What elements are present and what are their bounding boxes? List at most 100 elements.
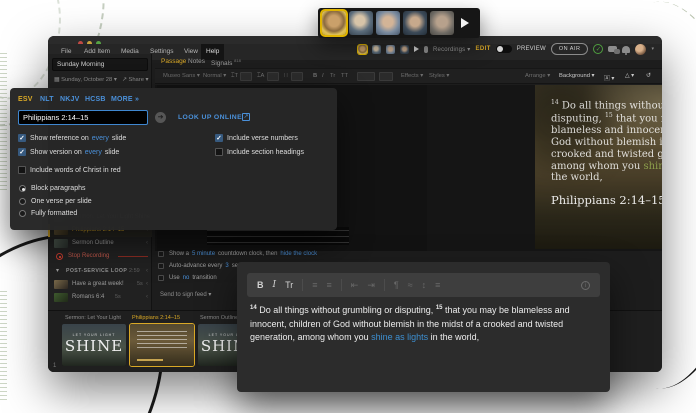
checkbox-checked[interactable]: ✓ bbox=[215, 134, 223, 142]
checkbox[interactable] bbox=[158, 275, 164, 281]
group-caret-icon[interactable]: ▾ bbox=[56, 265, 59, 278]
radio-selected[interactable] bbox=[19, 185, 26, 192]
collapse-arrow-icon[interactable]: ‹ bbox=[146, 278, 148, 291]
info-icon[interactable]: i bbox=[581, 280, 590, 290]
preview-mode-label[interactable]: PREVIEW bbox=[517, 46, 546, 52]
tab-notes[interactable]: Notes bbox=[188, 58, 205, 65]
bullet-list-icon[interactable]: ≡ bbox=[312, 280, 317, 290]
service-item[interactable]: Have a great week! 5s ‹ bbox=[48, 278, 152, 291]
italic-button[interactable]: I bbox=[322, 73, 324, 79]
bold-button[interactable]: B bbox=[313, 73, 317, 79]
go-arrow-button[interactable]: ➔ bbox=[155, 112, 166, 123]
countdown-setting[interactable]: Show a5 minute countdown clock, then hide … bbox=[158, 251, 358, 257]
mode-toggle[interactable] bbox=[495, 45, 512, 53]
radio-fully-formatted[interactable]: Fully formatted bbox=[18, 210, 77, 217]
notifications-bell-icon[interactable] bbox=[622, 45, 631, 55]
wrap-icon[interactable]: ≈ bbox=[408, 280, 413, 290]
color-dropdown[interactable] bbox=[357, 72, 375, 81]
checkbox-unchecked[interactable] bbox=[215, 148, 223, 156]
italic-button[interactable]: I bbox=[273, 280, 277, 290]
person-thumbnail-selected[interactable] bbox=[322, 11, 346, 35]
service-item-stop-recording[interactable]: Stop Recording bbox=[48, 250, 152, 263]
checkbox-unchecked[interactable] bbox=[18, 166, 26, 174]
service-item[interactable]: Romans 6:4 5s ‹ bbox=[48, 291, 152, 304]
background-dropdown[interactable]: Background ▾ bbox=[559, 73, 594, 79]
option-verse-numbers[interactable]: ✓ Include verse numbers bbox=[215, 134, 298, 142]
indent-increase-icon[interactable]: ⇥ bbox=[367, 280, 375, 291]
tab-signals[interactable]: Signals 818 bbox=[211, 58, 241, 67]
chat-icon[interactable] bbox=[608, 46, 621, 54]
service-item[interactable]: Sermon Outline ‹ bbox=[48, 237, 152, 250]
play-icon[interactable] bbox=[461, 18, 469, 28]
person-thumbnail[interactable] bbox=[430, 11, 454, 35]
participant-thumbnail[interactable] bbox=[386, 44, 396, 54]
undo-icon[interactable]: ↺ bbox=[646, 73, 651, 79]
checkbox[interactable] bbox=[158, 263, 164, 269]
numbered-list-icon[interactable]: ≡ bbox=[327, 280, 332, 290]
user-avatar[interactable] bbox=[635, 43, 647, 55]
version-tab-esv[interactable]: ESV bbox=[18, 96, 33, 103]
radio-block-paragraphs[interactable]: Block paragraphs bbox=[18, 185, 85, 192]
shape-dropdown[interactable]: △ ▾ bbox=[625, 73, 634, 79]
play-icon[interactable] bbox=[414, 46, 420, 52]
filmstrip-slide-selected[interactable] bbox=[129, 323, 195, 367]
line-height-field[interactable] bbox=[267, 72, 279, 81]
font-family-dropdown[interactable]: Museo Sans ▾ bbox=[163, 73, 200, 79]
edit-mode-label[interactable]: EDIT bbox=[475, 46, 490, 52]
bold-button[interactable]: B bbox=[257, 280, 264, 290]
version-tab-more[interactable]: MORE » bbox=[111, 96, 139, 103]
align-icon[interactable]: ≡ bbox=[435, 280, 440, 290]
playlist-title-field[interactable]: Sunday Morning bbox=[52, 58, 148, 71]
participant-thumbnail[interactable] bbox=[400, 44, 410, 54]
external-link-icon[interactable]: ↗ bbox=[242, 113, 250, 121]
collapse-arrow-icon[interactable]: ‹ bbox=[146, 291, 148, 304]
checkbox-checked[interactable]: ✓ bbox=[18, 148, 26, 156]
checkbox[interactable] bbox=[158, 251, 164, 257]
indent-decrease-icon[interactable]: ⇤ bbox=[351, 280, 359, 291]
version-tab-nlt[interactable]: NLT bbox=[40, 96, 54, 103]
person-thumbnail[interactable] bbox=[349, 11, 373, 35]
filmstrip-slide[interactable]: LET YOUR LIGHT SHINE bbox=[62, 324, 126, 366]
service-date-dropdown[interactable]: ▦ Sunday, October 28 ▾ bbox=[54, 77, 117, 83]
look-up-online-link[interactable]: LOOK UP ONLINE bbox=[178, 114, 242, 121]
tagged-phrase[interactable]: shine as lights bbox=[371, 332, 428, 342]
passage-search-input[interactable] bbox=[18, 110, 148, 125]
option-section-headings[interactable]: Include section headings bbox=[215, 148, 304, 156]
text-box-dropdown[interactable]: 🄰 ▾ bbox=[604, 73, 614, 82]
radio-unselected[interactable] bbox=[19, 210, 26, 217]
slide-preview[interactable]: 14 Do all things without grumbling or di… bbox=[535, 85, 662, 249]
editor-verse-text[interactable]: 14 Do all things without grumbling or di… bbox=[250, 304, 599, 345]
arrange-dropdown[interactable]: Arrange ▾ bbox=[525, 73, 550, 79]
participant-thumbnail[interactable] bbox=[372, 44, 382, 54]
font-size-field[interactable] bbox=[240, 72, 252, 81]
service-group-header[interactable]: ▾ POST-SERVICE LOOP 2:59 ‹ bbox=[48, 265, 152, 278]
collapse-arrow-icon[interactable]: ‹ bbox=[146, 265, 148, 278]
collapse-arrow-icon[interactable]: ‹ bbox=[146, 237, 148, 250]
text-transform-button[interactable]: Tr bbox=[330, 73, 335, 79]
participant-thumbnail[interactable] bbox=[358, 44, 368, 54]
account-caret-icon[interactable]: ▾ bbox=[651, 46, 654, 52]
status-check-icon[interactable]: ✓ bbox=[593, 44, 604, 54]
paragraph-icon[interactable]: ¶ bbox=[394, 280, 399, 290]
option-show-version[interactable]: ✓ Show version on every slide bbox=[18, 148, 122, 156]
spacing-field[interactable] bbox=[291, 72, 303, 81]
recordings-dropdown[interactable]: Recordings ▾ bbox=[433, 46, 470, 53]
radio-unselected[interactable] bbox=[19, 198, 26, 205]
share-dropdown[interactable]: ↗ Share ▾ bbox=[122, 77, 148, 83]
person-thumbnail[interactable] bbox=[376, 11, 400, 35]
option-words-of-christ[interactable]: Include words of Christ in red bbox=[18, 166, 121, 174]
person-thumbnail[interactable] bbox=[403, 11, 427, 35]
text-style-button[interactable]: Tr bbox=[285, 280, 293, 290]
on-air-button[interactable]: ON AIR bbox=[550, 43, 589, 55]
effects-dropdown[interactable]: Effects ▾ bbox=[401, 73, 423, 79]
version-tab-hcsb[interactable]: HCSB bbox=[85, 96, 106, 103]
all-caps-button[interactable]: TT bbox=[341, 73, 348, 79]
option-show-reference[interactable]: ✓ Show reference on every slide bbox=[18, 134, 129, 142]
version-tab-nkjv[interactable]: NKJV bbox=[60, 96, 79, 103]
fill-dropdown[interactable] bbox=[379, 72, 393, 81]
font-style-dropdown[interactable]: Normal ▾ bbox=[203, 73, 226, 79]
styles-dropdown[interactable]: Styles ▾ bbox=[429, 73, 449, 79]
line-spacing-icon[interactable]: ↕ bbox=[422, 280, 427, 290]
radio-one-verse-per-slide[interactable]: One verse per slide bbox=[18, 198, 92, 205]
checkbox-checked[interactable]: ✓ bbox=[18, 134, 26, 142]
